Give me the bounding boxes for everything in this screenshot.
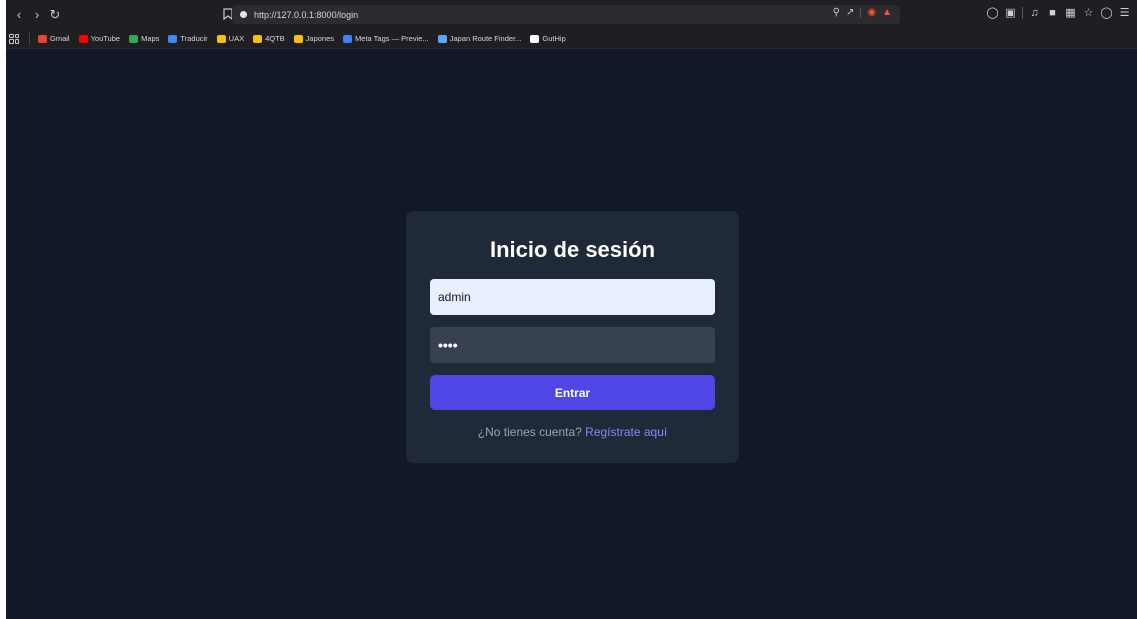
bookmark-label: YouTube [90,34,121,43]
bookmark-label: Traducir [180,34,208,43]
youtube-icon [78,34,88,43]
page-title: Inicio de sesión [489,237,656,262]
forward-icon[interactable]: › [28,6,46,24]
password-value: •••• [438,337,458,353]
toolbar-divider [1022,6,1023,19]
bookmark-item[interactable]: Traducir [168,34,208,43]
route-icon [437,34,447,43]
bookmark-item[interactable]: 4QTB [253,34,285,43]
sidebar-icon[interactable]: ■ [1046,7,1059,19]
bookmark-item[interactable]: Japan Route Finder... [437,34,522,43]
folder-icon [216,34,226,43]
back-icon[interactable]: ‹ [10,6,28,24]
username-value: admin [438,290,471,304]
url-text: http://127.0.0.1:8000/login [254,9,359,20]
maps-icon [129,34,139,43]
bookmark-label: Meta Tags — Previe... [355,34,429,43]
share-icon[interactable]: ↗ [846,7,854,18]
zoom-icon[interactable]: ⚲ [833,7,840,18]
bookmark-label: Japan Route Finder... [449,34,522,43]
login-button[interactable]: Entrar [430,375,715,410]
extensions-area: ◯ ▣ ♫ ■ ▦ ☆ ◯ ☰ [986,6,1131,19]
bookmark-label: Maps [141,34,160,43]
music-icon[interactable]: ♫ [1028,7,1041,19]
login-card: Inicio de sesión admin •••• Entrar ¿No t… [406,211,739,463]
bookmark-item[interactable]: Maps [129,34,159,43]
github-icon [530,34,540,43]
register-prompt-text: ¿No tienes cuenta? [477,425,582,439]
extension-icon[interactable]: ▣ [1004,6,1017,19]
bookmark-label: GutHip [542,34,566,43]
apps-grid-icon[interactable] [9,33,19,44]
browser-toolbar: ‹ › ↻ http://127.0.0.1:8000/login ⚲ ↗ ◉ … [6,0,1137,29]
url-divider [860,7,862,18]
bookmark-item[interactable]: Gmail [38,34,70,43]
wallet-icon[interactable]: ▦ [1064,6,1077,19]
folder-icon [293,34,303,43]
bookmark-item[interactable]: GutHip [530,34,566,43]
bookmarks-bar: Gmail YouTube Maps Traducir UAX 4QTB Japones Me… [6,29,1137,49]
brave-rewards-icon[interactable]: ▲ [882,7,892,18]
username-field[interactable]: admin [430,279,715,315]
leo-ai-icon[interactable]: ☆ [1082,6,1095,19]
bookmark-item[interactable]: UAX [216,34,245,43]
bookmark-label: UAX [228,34,245,43]
translate-icon [168,34,178,43]
metatags-icon [343,34,353,43]
bookmarks-divider [29,32,30,45]
browser-window: ‹ › ↻ http://127.0.0.1:8000/login ⚲ ↗ ◉ … [6,0,1137,619]
bookmarks-list: Gmail YouTube Maps Traducir UAX 4QTB Japones Me… [38,34,575,43]
extension-icon[interactable]: ◯ [986,6,999,19]
address-bar[interactable]: http://127.0.0.1:8000/login ⚲ ↗ ◉ ▲ [232,5,900,24]
site-info-icon[interactable] [240,11,247,18]
bookmark-label: Japones [305,34,335,43]
register-link[interactable]: Regístrate aquí [585,425,667,439]
bookmark-label: 4QTB [265,34,285,43]
vpn-icon[interactable]: ◯ [1100,6,1113,19]
bookmark-item[interactable]: YouTube [78,34,121,43]
brave-shield-icon[interactable]: ◉ [867,7,876,18]
gmail-icon [38,34,47,43]
bookmark-label: Gmail [50,34,70,43]
menu-icon[interactable]: ☰ [1118,6,1131,19]
bookmark-item[interactable]: Meta Tags — Previe... [343,34,429,43]
password-field[interactable]: •••• [430,327,715,363]
register-prompt: ¿No tienes cuenta? Regístrate aquí [406,425,739,439]
bookmark-item[interactable]: Japones [293,34,335,43]
reload-icon[interactable]: ↻ [46,6,64,24]
folder-icon [253,34,263,43]
